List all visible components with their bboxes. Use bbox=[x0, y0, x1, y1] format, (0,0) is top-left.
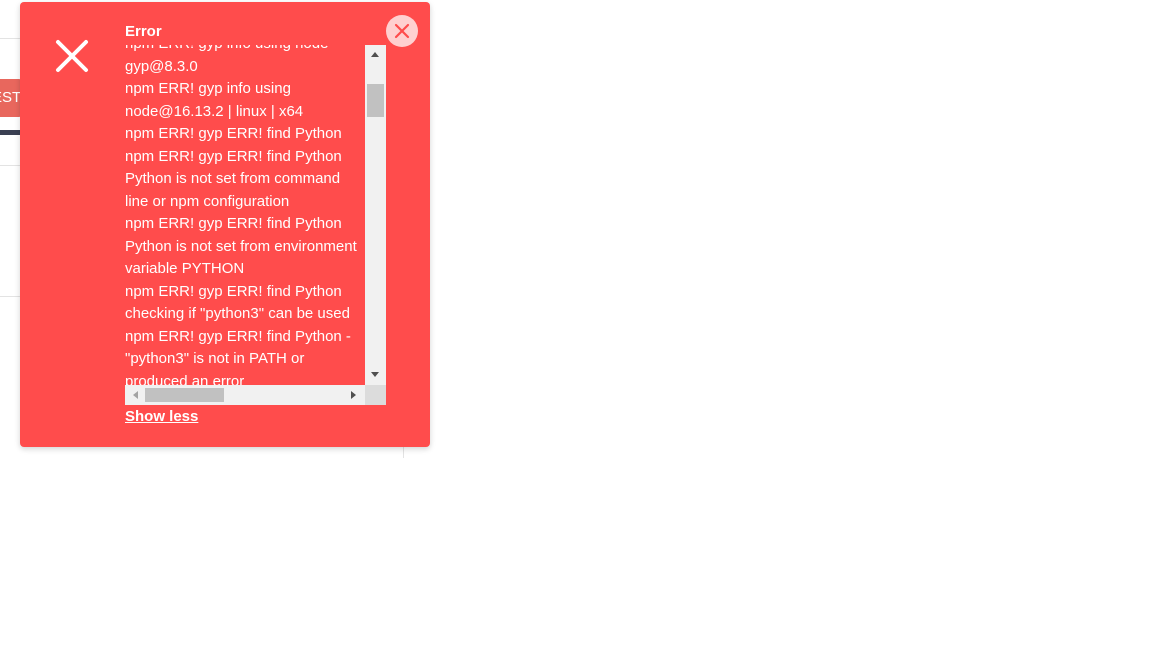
background-divider bbox=[0, 165, 20, 166]
horizontal-scrollbar[interactable] bbox=[125, 385, 365, 405]
error-log-panel: npm ERR! gyp info using node-gyp@8.3.0 n… bbox=[125, 45, 386, 405]
error-log-content: npm ERR! gyp info using node-gyp@8.3.0 n… bbox=[125, 45, 365, 385]
horizontal-scroll-thumb[interactable] bbox=[145, 388, 224, 402]
vertical-scrollbar[interactable] bbox=[365, 45, 386, 385]
toast-title: Error bbox=[125, 23, 162, 40]
log-line: npm ERR! gyp ERR! find Python - "python3… bbox=[125, 327, 351, 386]
log-line: npm ERR! gyp info using node-gyp@8.3.0 bbox=[125, 45, 333, 75]
error-log-viewport[interactable]: npm ERR! gyp info using node-gyp@8.3.0 n… bbox=[125, 45, 365, 385]
close-button[interactable] bbox=[386, 15, 418, 47]
scroll-left-arrow-icon[interactable] bbox=[133, 391, 138, 399]
background-divider bbox=[403, 446, 404, 458]
background-divider bbox=[0, 296, 20, 297]
scroll-right-arrow-icon[interactable] bbox=[351, 391, 356, 399]
background-partial-button[interactable]: EST bbox=[0, 79, 22, 117]
vertical-scroll-thumb[interactable] bbox=[367, 84, 384, 117]
log-line: npm ERR! gyp info using node@16.13.2 | l… bbox=[125, 80, 304, 120]
close-x-icon bbox=[56, 40, 88, 72]
show-less-link[interactable]: Show less bbox=[125, 408, 198, 425]
log-line: npm ERR! gyp ERR! find Python bbox=[125, 125, 342, 142]
error-toast: Error npm ERR! gyp info using node-gyp@8… bbox=[20, 2, 430, 447]
log-line: npm ERR! gyp ERR! find Python Python is … bbox=[125, 147, 342, 210]
log-line: npm ERR! gyp ERR! find Python checking i… bbox=[125, 282, 350, 323]
scrollbar-corner bbox=[365, 385, 386, 405]
scroll-up-arrow-icon[interactable] bbox=[371, 52, 379, 57]
log-line: npm ERR! gyp ERR! find Python Python is … bbox=[125, 215, 357, 277]
background-divider bbox=[0, 38, 20, 39]
background-bar bbox=[0, 130, 20, 135]
close-icon bbox=[394, 23, 410, 39]
scroll-down-arrow-icon[interactable] bbox=[371, 372, 379, 377]
